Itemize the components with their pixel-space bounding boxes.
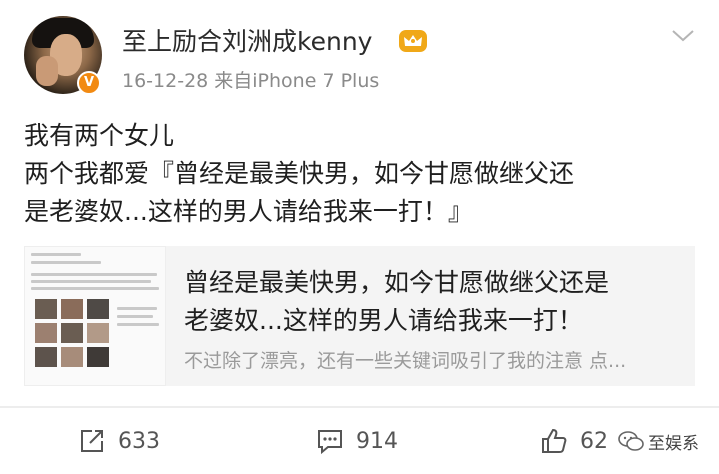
post-text-line: 我有两个女儿 [24,121,175,150]
thumb-text [31,287,159,290]
thumb-text [31,280,151,283]
watermark-label: 至娱系 [648,433,699,454]
article-title: 曾经是最美快男，如今甘愿做继父还是 老婆奴...这样的男人请给我来一打！ [184,264,684,340]
avatar-hand [36,56,58,86]
username[interactable]: 至上励合刘洲成kenny [122,22,372,58]
thumb-photo [87,323,109,343]
repost-count: 633 [118,428,160,454]
thumb-text [117,323,159,326]
post-text-line: 是老婆奴...这样的男人请给我来一打！』 [24,197,473,226]
thumb-photo [87,299,109,319]
article-description: 不过除了漂亮，还有一些关键词吸引了我的注意 点... [184,350,627,372]
action-bar: 633 914 62 [0,408,719,474]
thumb-photo [61,299,83,319]
thumb-photo [35,323,57,343]
thumb-text [117,315,153,318]
repost-icon [81,430,103,452]
article-title-line: 老婆奴...这样的男人请给我来一打！ [184,306,583,335]
source-watermark: 至娱系 [614,424,703,458]
post-header: V 至上励合刘洲成kenny 16-12-28 来自iPhone 7 Plus [0,0,719,110]
thumb-photo [61,347,83,367]
like-button[interactable]: 62 [540,426,608,456]
article-title-line: 曾经是最美快男，如今甘愿做继父还是 [184,268,610,297]
wechat-icon [618,431,644,451]
comment-icon [318,430,342,455]
post-meta: 16-12-28 来自iPhone 7 Plus [122,70,380,92]
thumbs-up-icon [542,428,567,453]
post-body: 我有两个女儿 两个我都爱『曾经是最美快男，如今甘愿做继父还 是老婆奴...这样的… [24,117,704,231]
thumb-text [31,273,157,276]
thumb-photo [87,347,109,367]
thumb-text [31,261,101,264]
comment-button[interactable]: 914 [316,426,398,456]
chevron-down-icon[interactable] [670,28,696,44]
verified-badge: V [77,71,101,95]
thumb-photo [35,347,57,367]
repost-button[interactable]: 633 [78,426,160,456]
thumb-text [31,253,81,256]
post-text-line: 两个我都爱『曾经是最美快男，如今甘愿做继父还 [24,159,575,188]
thumb-photo [35,299,57,319]
crown-icon [399,30,427,52]
comment-count: 914 [356,428,398,454]
thumb-text [117,307,157,310]
like-count: 62 [580,428,608,454]
thumb-photo [61,323,83,343]
shared-article-card[interactable]: 曾经是最美快男，如今甘愿做继父还是 老婆奴...这样的男人请给我来一打！ 不过除… [24,246,695,386]
article-thumbnail [24,246,166,386]
